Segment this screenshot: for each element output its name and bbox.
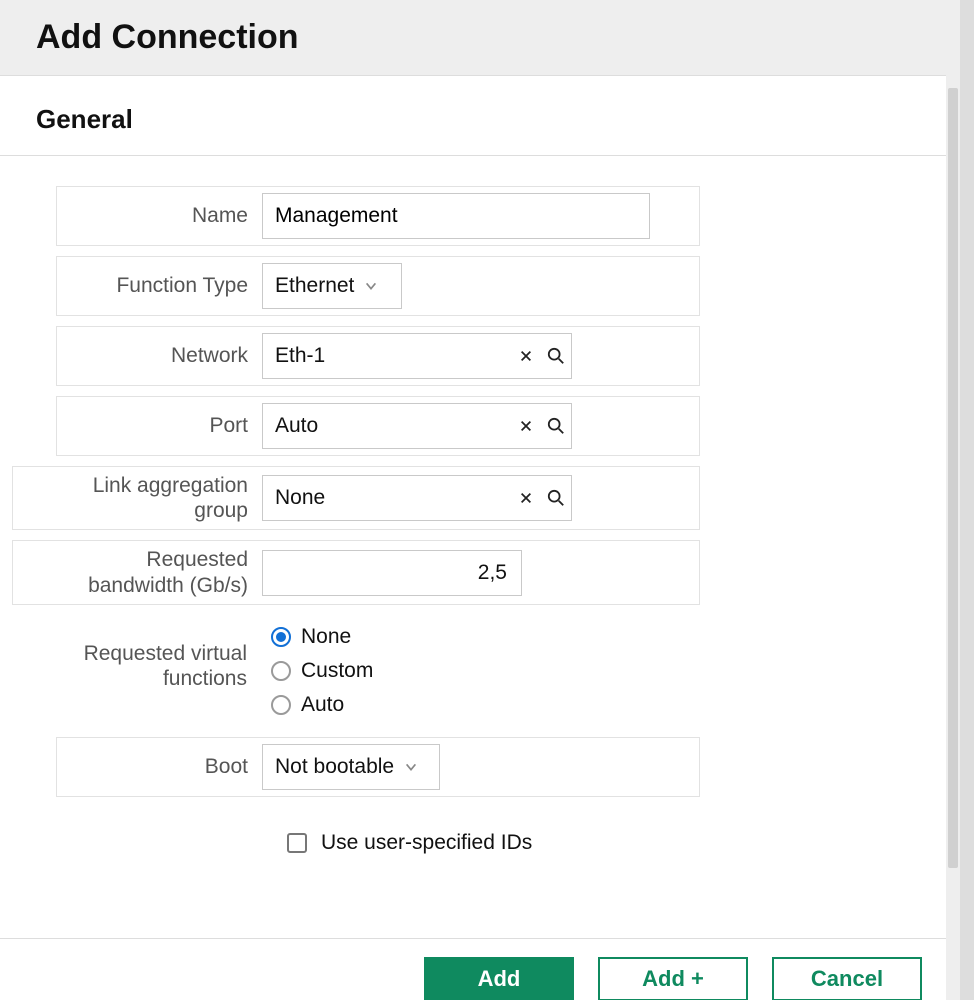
label-virtual-functions: Requested virtual functions xyxy=(12,615,261,727)
bandwidth-value: 2,5 xyxy=(478,561,507,585)
section-general-title: General xyxy=(0,76,960,155)
radio-icon xyxy=(271,661,291,681)
label-bandwidth: Requested bandwidth (Gb/s) xyxy=(13,541,262,603)
add-button[interactable]: Add xyxy=(424,957,574,1000)
vf-radio-auto[interactable]: Auto xyxy=(271,693,373,717)
label-function-type: Function Type xyxy=(57,257,262,315)
lag-picker[interactable]: None xyxy=(262,475,572,521)
row-virtual-functions: Requested virtual functions None Custom xyxy=(12,615,700,727)
port-value: Auto xyxy=(263,414,511,438)
clear-icon[interactable] xyxy=(511,349,541,363)
label-boot: Boot xyxy=(57,738,262,796)
clear-icon[interactable] xyxy=(511,491,541,505)
clear-icon[interactable] xyxy=(511,419,541,433)
chevron-down-icon xyxy=(404,760,418,774)
function-type-value: Ethernet xyxy=(275,274,354,298)
row-bandwidth: Requested bandwidth (Gb/s) 2,5 xyxy=(12,540,700,604)
name-input[interactable] xyxy=(262,193,650,239)
row-network: Network Eth-1 xyxy=(56,326,700,386)
label-name: Name xyxy=(57,187,262,245)
bandwidth-input[interactable]: 2,5 xyxy=(262,550,522,596)
row-port: Port Auto xyxy=(56,396,700,456)
scrollbar-thumb[interactable] xyxy=(948,88,958,868)
label-port: Port xyxy=(57,397,262,455)
add-plus-button[interactable]: Add + xyxy=(598,957,748,1000)
row-boot: Boot Not bootable xyxy=(56,737,700,797)
chevron-down-icon xyxy=(364,279,378,293)
checkbox-icon xyxy=(287,833,307,853)
search-icon[interactable] xyxy=(541,417,571,435)
dialog-footer: Add Add + Cancel xyxy=(0,938,946,1000)
vf-radio-custom[interactable]: Custom xyxy=(271,659,373,683)
row-lag: Link aggregation group None xyxy=(12,466,700,530)
search-icon[interactable] xyxy=(541,347,571,365)
port-picker[interactable]: Auto xyxy=(262,403,572,449)
boot-value: Not bootable xyxy=(275,755,394,779)
form-general: Name Function Type Ethernet Network xyxy=(0,156,720,855)
network-picker[interactable]: Eth-1 xyxy=(262,333,572,379)
dialog-header: Add Connection xyxy=(0,0,960,76)
radio-icon xyxy=(271,695,291,715)
search-icon[interactable] xyxy=(541,489,571,507)
lag-value: None xyxy=(263,486,511,510)
cancel-button[interactable]: Cancel xyxy=(772,957,922,1000)
label-lag: Link aggregation group xyxy=(13,467,262,529)
checkbox-label: Use user-specified IDs xyxy=(321,831,532,855)
boot-select[interactable]: Not bootable xyxy=(262,744,440,790)
row-user-ids[interactable]: Use user-specified IDs xyxy=(12,807,700,855)
label-network: Network xyxy=(57,327,262,385)
row-function-type: Function Type Ethernet xyxy=(56,256,700,316)
row-name: Name xyxy=(56,186,700,246)
vf-radio-group: None Custom Auto xyxy=(261,621,373,721)
vf-radio-none[interactable]: None xyxy=(271,625,373,649)
network-value: Eth-1 xyxy=(263,344,511,368)
add-connection-dialog: Add Connection General Name Function Typ… xyxy=(0,0,974,1000)
dialog-title: Add Connection xyxy=(36,18,960,57)
function-type-select[interactable]: Ethernet xyxy=(262,263,402,309)
radio-icon xyxy=(271,627,291,647)
scrollbar-track xyxy=(946,0,960,1000)
